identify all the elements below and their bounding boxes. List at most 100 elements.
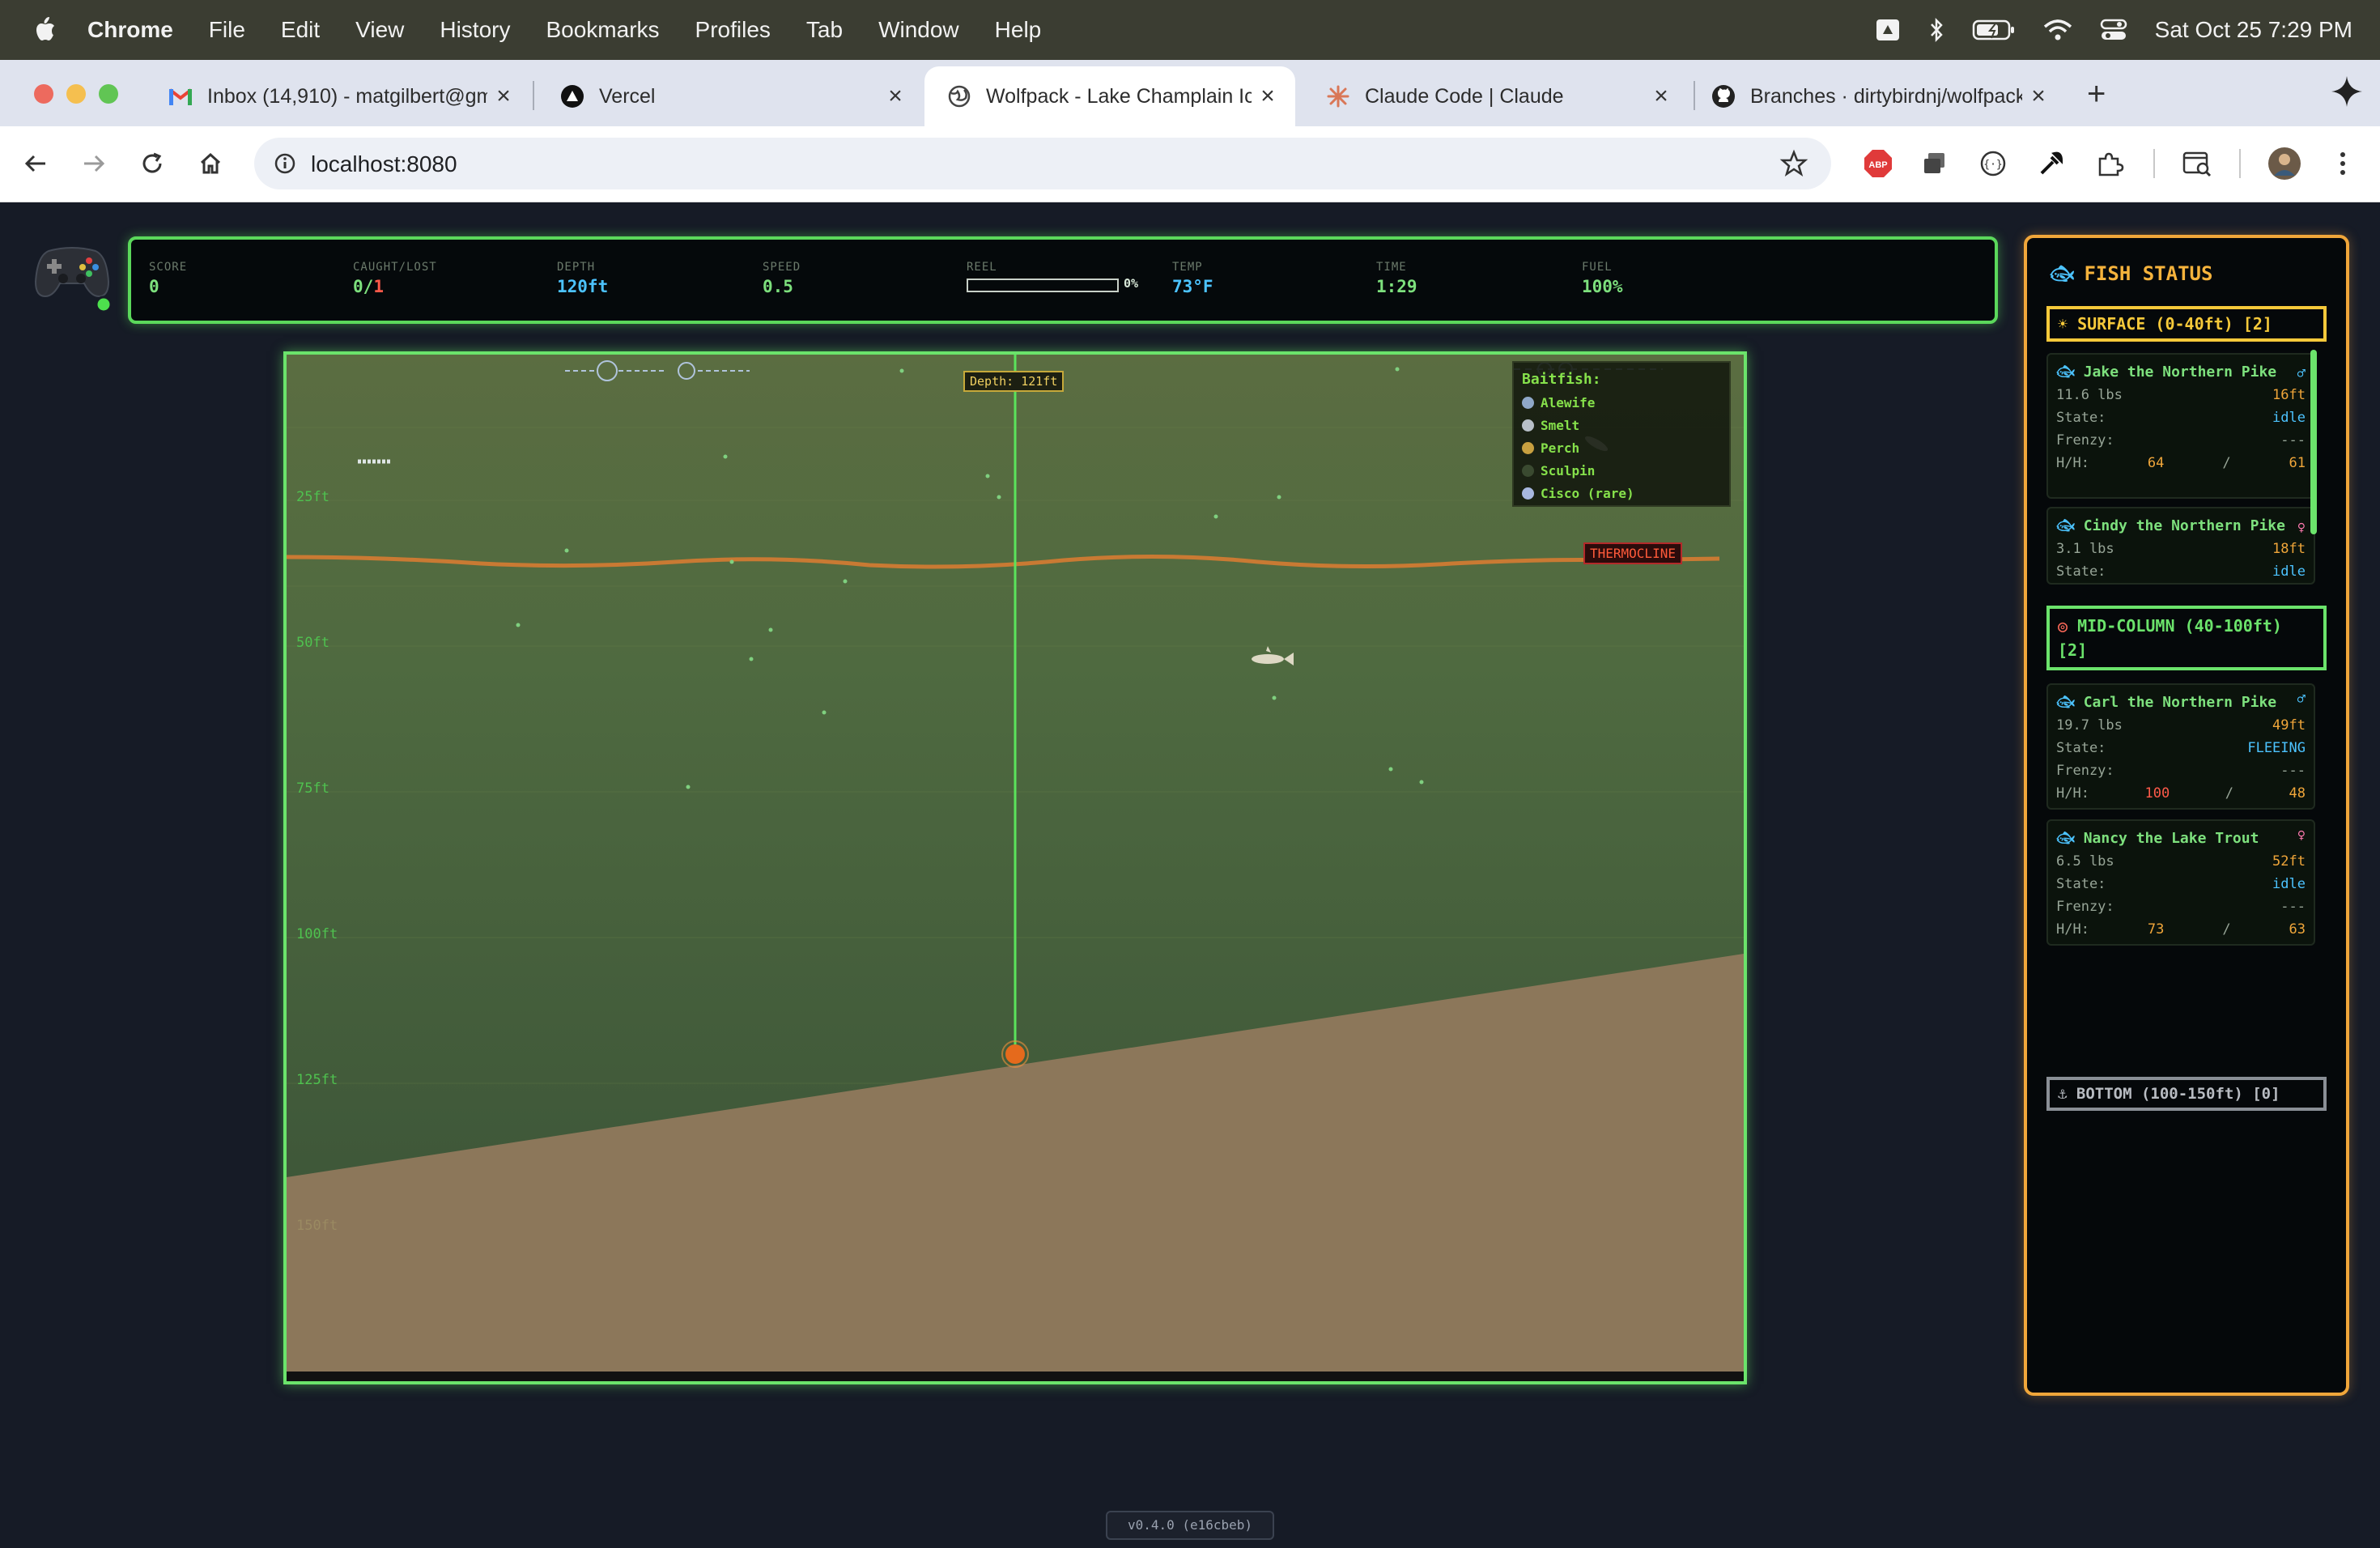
profile-avatar[interactable] (2267, 146, 2302, 181)
thermocline-tag: THERMOCLINE (1583, 542, 1682, 564)
fish-name: Cindy the Northern Pike (2083, 517, 2285, 534)
fish-icon: 🐟︎ (2056, 517, 2075, 534)
window-close-button[interactable] (34, 84, 53, 104)
gamepad-icon[interactable] (32, 232, 113, 313)
anchor-icon: ⚓ (2058, 1085, 2068, 1103)
tab-close-icon[interactable]: × (487, 83, 520, 110)
eyedropper-icon[interactable] (2034, 146, 2069, 181)
forward-button[interactable] (74, 144, 113, 183)
fish-card[interactable]: 🐟︎ Carl the Northern Pike ♂ 19.7 lbs 49ft… (2046, 683, 2315, 810)
legend-item-label: Smelt (1541, 417, 1580, 433)
google-drive-icon[interactable] (1875, 18, 1901, 42)
bookmark-star-icon[interactable] (1778, 147, 1810, 180)
back-button[interactable] (16, 144, 55, 183)
legend-dot-icon (1522, 487, 1534, 500)
sonar-display[interactable]: 25ft 50ft 75ft 100ft 125ft 150ft Depth: … (283, 351, 1747, 1384)
frenzy-label: Frenzy: (2056, 899, 2114, 915)
menu-bookmarks[interactable]: Bookmarks (546, 17, 659, 43)
depth-label-25: 25ft (296, 489, 329, 505)
chrome-menu-icon[interactable] (2325, 146, 2361, 181)
state-label: State: (2056, 740, 2106, 756)
fish-status-title-text: FISH STATUS (2084, 262, 2213, 285)
tab-github[interactable]: Branches · dirtybirdnj/wolfpack × (1689, 66, 2066, 126)
reading-mode-icon[interactable] (2179, 146, 2215, 181)
fish-card[interactable]: 🐟︎ Nancy the Lake Trout ♀ 6.5 lbs 52ft St… (2046, 819, 2315, 946)
target-icon: ◎ (2058, 616, 2068, 636)
lure-icon[interactable] (1005, 1044, 1025, 1064)
menu-tab[interactable]: Tab (806, 17, 843, 43)
menu-edit[interactable]: Edit (281, 17, 320, 43)
address-bar[interactable]: localhost:8080 (254, 138, 1831, 189)
tab-vercel[interactable]: Vercel × (538, 66, 923, 126)
fish-card[interactable]: 🐟︎ Cindy the Northern Pike ♀ 3.1 lbs 18ft… (2046, 507, 2315, 585)
zone-label: BOTTOM (100-150ft) [0] (2076, 1085, 2280, 1103)
stat-score: SCORE 0 (149, 261, 187, 296)
fish-health: 48 (2289, 785, 2306, 802)
frenzy-label: Frenzy: (2056, 763, 2114, 779)
gemini-icon[interactable] (2328, 73, 2365, 110)
wifi-icon[interactable] (2043, 19, 2072, 41)
tab-separator (533, 81, 534, 110)
control-center-icon[interactable] (2100, 18, 2127, 42)
zone-surface-header[interactable]: ☀ SURFACE (0-40ft) [2] (2046, 306, 2327, 342)
fish-name: Carl the Northern Pike (2083, 694, 2277, 711)
adblock-icon[interactable]: ABP (1860, 146, 1896, 181)
stat-caught-lost: CAUGHT/LOST 0/1 (353, 261, 437, 296)
caught-lost-separator: / (363, 277, 374, 296)
toolbar-divider (2239, 149, 2241, 178)
reel-percent: 0% (1124, 275, 1139, 291)
tab-close-icon[interactable]: × (1645, 83, 1677, 110)
stat-label: CAUGHT/LOST (353, 261, 437, 274)
fish-hunger: 64 (2147, 455, 2165, 471)
tab-close-icon[interactable]: × (879, 83, 912, 110)
battery-icon[interactable] (1972, 19, 2016, 41)
fish-panel-scrollbar[interactable] (2310, 350, 2317, 534)
score-value: 0 (149, 277, 159, 296)
menu-app-name[interactable]: Chrome (87, 17, 173, 43)
tab-gmail[interactable]: Inbox (14,910) - matgilbert@gmail.com × (146, 66, 531, 126)
home-button[interactable] (191, 144, 230, 183)
tab-title: Branches · dirtybirdnj/wolfpack (1750, 84, 2022, 108)
window-minimize-button[interactable] (66, 84, 86, 104)
tab-close-icon[interactable]: × (2022, 83, 2055, 110)
site-info-icon[interactable] (270, 149, 300, 178)
menu-file[interactable]: File (209, 17, 245, 43)
legend-item-label: Cisco (rare) (1541, 485, 1634, 501)
fish-status-panel: 🐟︎ FISH STATUS ☀ SURFACE (0-40ft) [2] 🐟︎ … (2024, 235, 2349, 1396)
new-tab-button[interactable]: + (2087, 76, 2106, 113)
zone-bottom-header[interactable]: ⚓ BOTTOM (100-150ft) [0] (2046, 1077, 2327, 1111)
menu-help[interactable]: Help (995, 17, 1042, 43)
devtools-extension-icon[interactable]: {·} (1975, 146, 2011, 181)
github-icon (1711, 84, 1736, 108)
stat-label: SPEED (763, 261, 801, 274)
stat-label: TIME (1376, 261, 1407, 274)
tab-wolfpack[interactable]: Wolfpack - Lake Champlain Ice Fishing × (924, 66, 1295, 126)
menu-history[interactable]: History (440, 17, 510, 43)
url-text[interactable]: localhost:8080 (311, 151, 457, 177)
fish-card[interactable]: 🐟︎ Jake the Northern Pike ♂ 11.6 lbs 16ft… (2046, 353, 2315, 499)
window-zoom-button[interactable] (99, 84, 118, 104)
extensions-puzzle-icon[interactable] (2092, 146, 2127, 181)
tab-claude[interactable]: Claude Code | Claude × (1303, 66, 1689, 126)
lost-value: 1 (373, 277, 384, 296)
state-label: State: (2056, 563, 2106, 580)
bluetooth-icon[interactable] (1928, 17, 1944, 43)
male-icon: ♂ (2297, 366, 2306, 382)
apple-menu-icon[interactable] (32, 15, 60, 45)
sun-icon: ☀ (2058, 314, 2068, 334)
menu-view[interactable]: View (355, 17, 404, 43)
tab-manager-icon[interactable] (1917, 146, 1953, 181)
version-badge: v0.4.0 (e16cbeb) (1106, 1511, 1274, 1540)
menu-window[interactable]: Window (878, 17, 959, 43)
hh-label: H/H: (2056, 921, 2089, 938)
fish-depth: 52ft (2272, 853, 2306, 870)
zone-label: SURFACE (0-40ft) [2] (2077, 314, 2272, 334)
gmail-icon (168, 84, 193, 108)
legend-item: Smelt (1522, 414, 1721, 436)
menu-profiles[interactable]: Profiles (695, 17, 771, 43)
game-page: SCORE 0 CAUGHT/LOST 0/1 DEPTH 120ft SPEE… (0, 202, 2380, 1548)
reload-button[interactable] (133, 144, 172, 183)
menubar-clock[interactable]: Sat Oct 25 7:29 PM (2155, 17, 2352, 43)
zone-mid-column-header[interactable]: ◎ MID-COLUMN (40-100ft) [2] (2046, 606, 2327, 670)
tab-close-icon[interactable]: × (1252, 83, 1284, 110)
